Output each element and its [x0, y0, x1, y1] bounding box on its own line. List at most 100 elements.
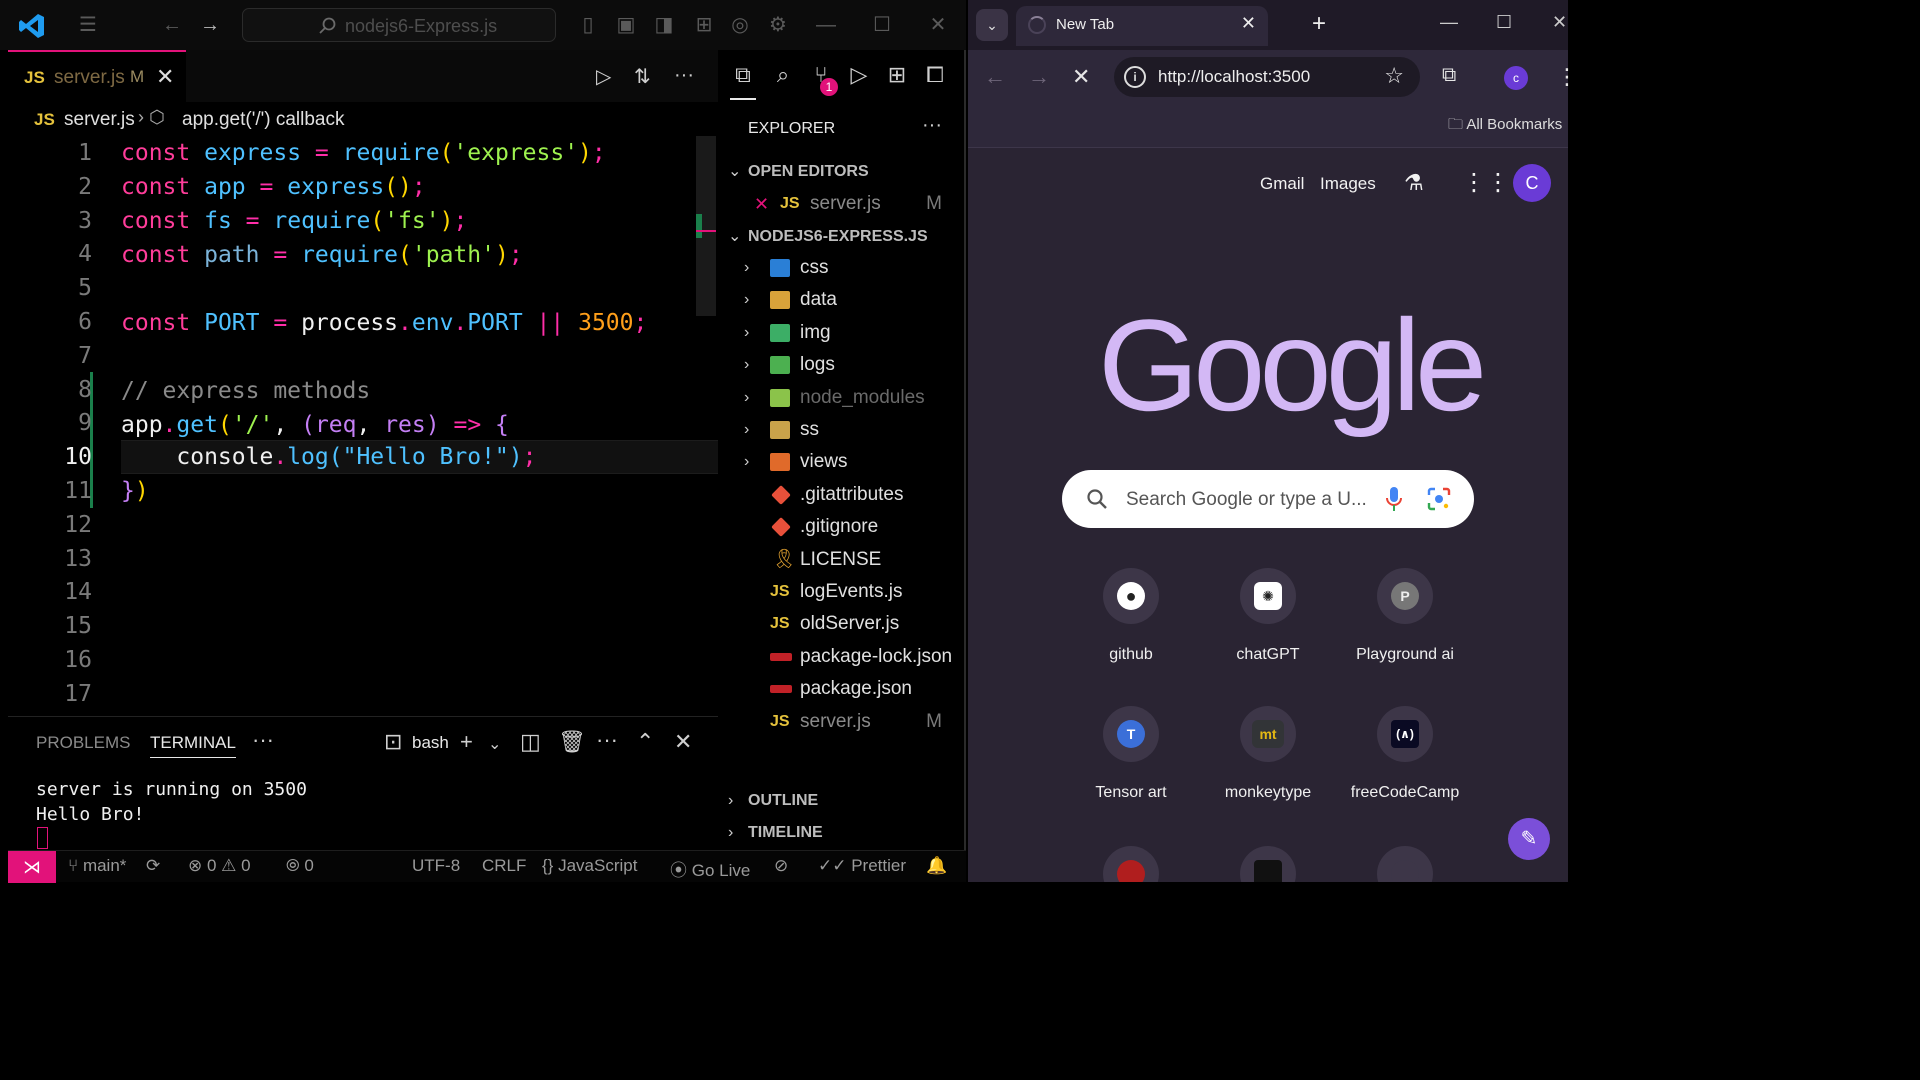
panel-more-icon[interactable]: ···: [252, 727, 274, 753]
close-window-icon[interactable]: ✕: [926, 13, 950, 37]
copilot-icon[interactable]: ⊘: [774, 856, 788, 876]
chrome-menu-icon[interactable]: ⋮: [1556, 64, 1578, 90]
maximize-icon[interactable]: ☐: [1496, 12, 1512, 33]
tree-item[interactable]: package-lock.json: [744, 641, 966, 673]
gmail-link[interactable]: Gmail: [1260, 174, 1304, 194]
tree-item[interactable]: › data: [744, 284, 966, 316]
tree-item[interactable]: › node_modules: [744, 382, 966, 414]
shortcut-playground-ai[interactable]: P Playground ai: [1345, 568, 1465, 664]
maximize-panel-icon[interactable]: ⌃: [636, 729, 654, 755]
run-debug-icon[interactable]: ▷: [846, 62, 872, 88]
toggle-secondary-sidebar-icon[interactable]: ◨: [652, 13, 676, 37]
shortcut-freecodecamp[interactable]: (∧) freeCodeCamp: [1345, 706, 1465, 802]
tree-item[interactable]: › css: [744, 252, 966, 284]
shortcut-chatgpt[interactable]: ✺ chatGPT: [1208, 568, 1328, 664]
shortcut-partial[interactable]: [1208, 846, 1328, 882]
tree-item[interactable]: › logs: [744, 349, 966, 381]
terminal-output[interactable]: server is running on 3500 Hello Bro!: [36, 777, 307, 827]
shortcut-partial[interactable]: [1345, 846, 1465, 882]
tree-item[interactable]: › img: [744, 317, 966, 349]
tab-new-tab[interactable]: New Tab ✕: [1016, 6, 1268, 46]
back-arrow-icon[interactable]: ←: [160, 13, 184, 37]
all-bookmarks-button[interactable]: 🗀 All Bookmarks: [1448, 114, 1562, 139]
stop-loading-icon[interactable]: ✕: [1072, 64, 1090, 90]
sync-icon[interactable]: ⟳: [146, 856, 160, 876]
back-arrow-icon[interactable]: ←: [984, 64, 1006, 90]
close-tab-icon[interactable]: ✕: [156, 64, 174, 90]
forward-arrow-icon[interactable]: →: [198, 13, 222, 37]
close-tab-icon[interactable]: ✕: [1241, 13, 1256, 34]
account-icon[interactable]: ◎: [728, 13, 752, 37]
minimize-icon[interactable]: —: [814, 13, 838, 37]
code-editor[interactable]: 1 2 3 4 5 6 7 8 9 10 11 12 13 14 15 16 17 const express …: [8, 136, 718, 714]
url-text[interactable]: http://localhost:3500: [1158, 67, 1310, 87]
profile-avatar[interactable]: c: [1504, 66, 1528, 90]
problems-status[interactable]: ⊗ 0 ⚠ 0: [188, 856, 251, 876]
customize-layout-icon[interactable]: ⊞: [692, 13, 716, 37]
breadcrumb-symbol[interactable]: app.get('/') callback: [182, 109, 345, 131]
menu-icon[interactable]: ☰: [76, 13, 100, 37]
minimize-icon[interactable]: —: [1440, 12, 1458, 33]
close-panel-icon[interactable]: ✕: [674, 729, 692, 755]
prettier-status[interactable]: ✓✓ Prettier: [818, 856, 906, 876]
shortcut-tensor-art[interactable]: T Tensor art: [1071, 706, 1191, 802]
shortcut-github[interactable]: ● github: [1071, 568, 1191, 664]
minimap[interactable]: [696, 136, 716, 316]
explorer-more-icon[interactable]: ···: [922, 114, 942, 137]
extensions-icon[interactable]: ⊞: [884, 62, 910, 88]
labs-flask-icon[interactable]: ⚗: [1404, 170, 1424, 196]
remote-explorer-icon[interactable]: ⧠: [922, 62, 948, 88]
open-editors-header[interactable]: ⌄ OPEN EDITORS: [728, 161, 869, 181]
run-file-icon[interactable]: ▷: [596, 64, 611, 89]
golive-status[interactable]: ⦿ Go Live: [670, 856, 750, 881]
language-status[interactable]: {} JavaScript: [542, 856, 637, 876]
eol-status[interactable]: CRLF: [482, 856, 526, 876]
close-window-icon[interactable]: ✕: [1552, 12, 1567, 33]
tree-item[interactable]: .gitattributes: [744, 479, 966, 511]
google-lens-icon[interactable]: [1426, 486, 1452, 512]
explorer-icon[interactable]: ⧉: [730, 62, 756, 100]
shortcut-monkeytype[interactable]: mt monkeytype: [1208, 706, 1328, 802]
settings-gear-icon[interactable]: ⚙: [766, 13, 790, 37]
bookmark-star-icon[interactable]: ☆: [1384, 63, 1404, 89]
extensions-puzzle-icon[interactable]: ⧉: [1442, 64, 1456, 87]
ports-status[interactable]: ⦾ 0: [286, 856, 314, 876]
notifications-bell-icon[interactable]: 🔔: [926, 856, 947, 876]
tree-item[interactable]: package.json: [744, 673, 966, 705]
kill-terminal-trash-icon[interactable]: 🗑: [558, 729, 586, 755]
compare-changes-icon[interactable]: ⇅: [634, 64, 651, 89]
remote-indicator-icon[interactable]: ⋊: [8, 851, 56, 883]
tab-problems[interactable]: PROBLEMS: [36, 733, 130, 753]
new-terminal-icon[interactable]: +: [460, 729, 473, 755]
close-editor-icon[interactable]: ✕: [754, 188, 769, 220]
tab-search-chevron-icon[interactable]: ⌄: [976, 9, 1008, 41]
command-center-search[interactable]: nodejs6-Express.js: [242, 8, 556, 42]
tab-terminal[interactable]: TERMINAL: [150, 733, 236, 758]
tab-server-js[interactable]: JS server.js M ✕: [8, 50, 186, 102]
tree-item[interactable]: 🎗 LICENSE: [744, 544, 966, 576]
tree-item[interactable]: JS oldServer.js: [744, 608, 966, 640]
terminal-dropdown-icon[interactable]: ⌄: [488, 734, 501, 754]
search-view-icon[interactable]: ⌕: [770, 62, 796, 88]
encoding-status[interactable]: UTF-8: [412, 856, 460, 876]
address-bar[interactable]: i http://localhost:3500 ☆: [1114, 57, 1420, 97]
terminal-more-icon[interactable]: ···: [596, 727, 618, 753]
tree-item[interactable]: JS server.js M: [744, 706, 966, 738]
timeline-header[interactable]: › TIMELINE: [728, 824, 823, 842]
forward-arrow-icon[interactable]: →: [1028, 64, 1050, 90]
voice-search-mic-icon[interactable]: [1384, 486, 1404, 512]
new-tab-plus-icon[interactable]: +: [1312, 10, 1326, 38]
outline-header[interactable]: › OUTLINE: [728, 792, 818, 810]
open-editor-item[interactable]: ✕ JS server.js M: [754, 188, 966, 220]
tree-item[interactable]: JS logEvents.js: [744, 576, 966, 608]
google-account-avatar[interactable]: C: [1513, 164, 1551, 202]
images-link[interactable]: Images: [1320, 174, 1376, 194]
split-terminal-icon[interactable]: ◫: [520, 729, 541, 755]
shortcut-partial[interactable]: [1071, 846, 1191, 882]
google-search-box[interactable]: Search Google or type a U...: [1062, 470, 1474, 528]
maximize-icon[interactable]: ☐: [870, 13, 894, 37]
tree-item[interactable]: › views: [744, 446, 966, 478]
tree-item[interactable]: › ss: [744, 414, 966, 446]
project-header[interactable]: ⌄ NODEJS6-EXPRESS.JS: [728, 226, 928, 246]
more-actions-icon[interactable]: ···: [674, 64, 694, 87]
